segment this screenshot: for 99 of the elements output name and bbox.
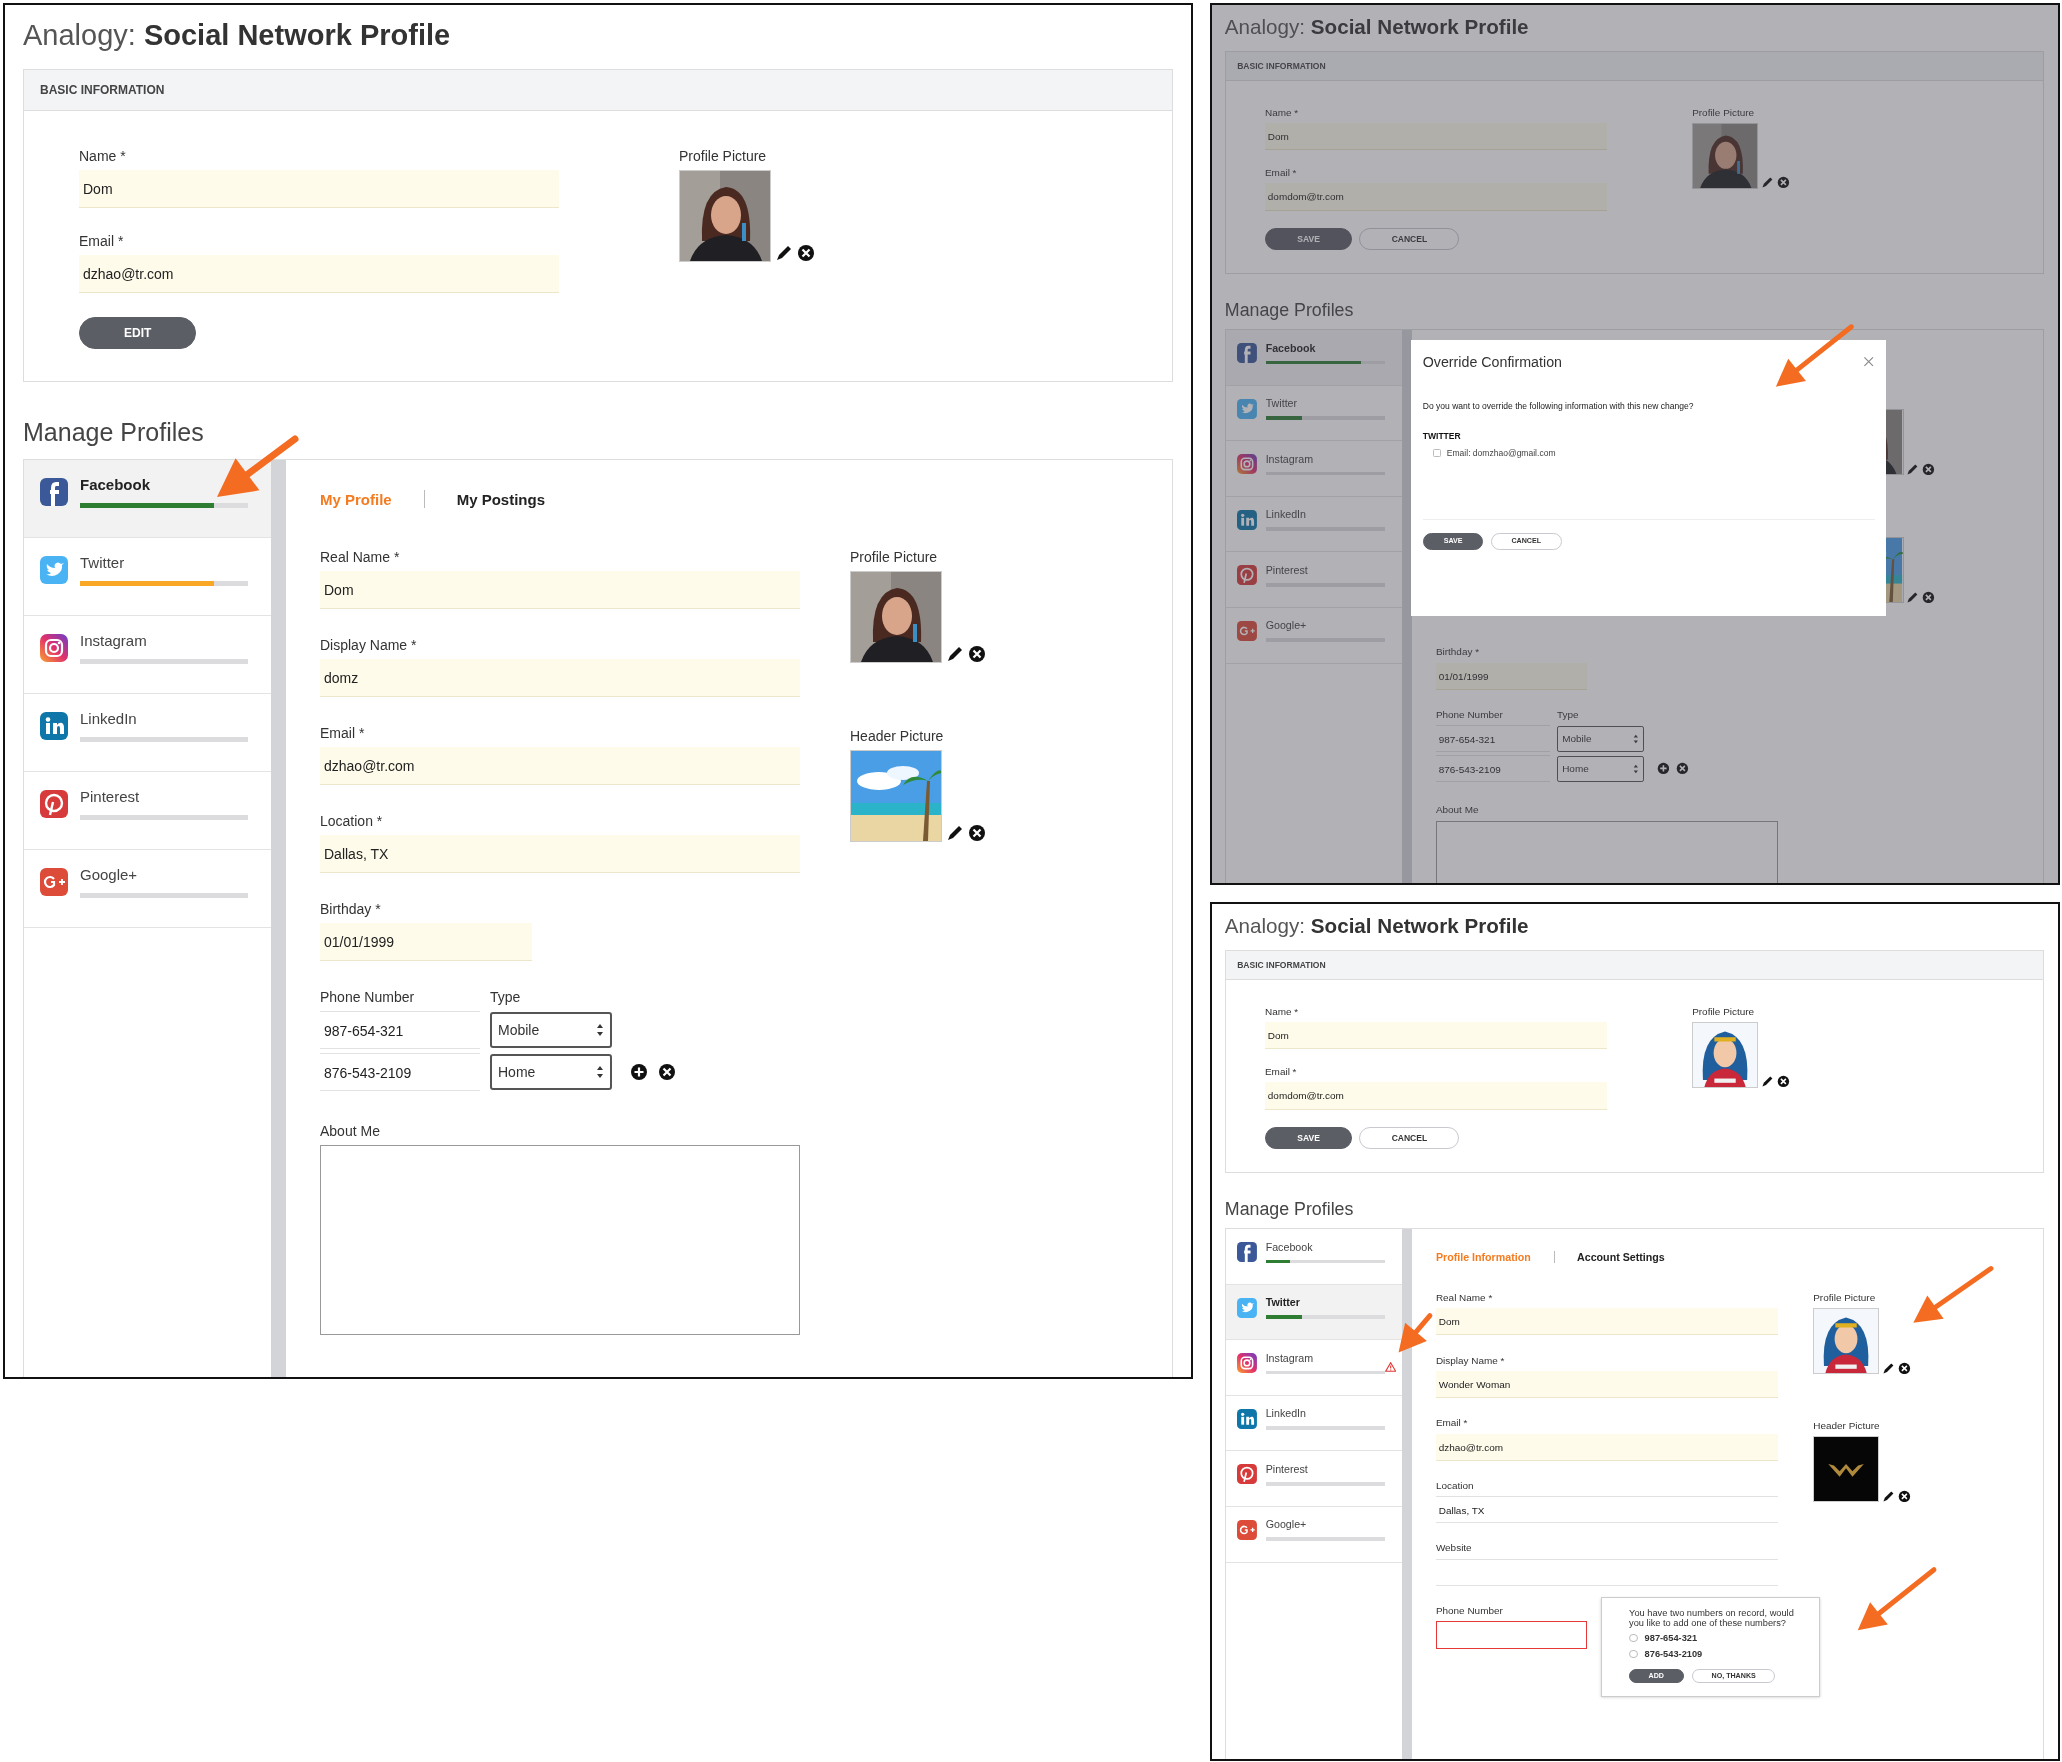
- popover-message: You have two numbers on record, would you like to add one of these numbers?: [1629, 1607, 1795, 1629]
- field-label: Display Name *: [1435, 1354, 1505, 1368]
- text-field[interactable]: dzhao@tr.com: [320, 747, 800, 785]
- field-label: Email *: [1264, 1066, 1297, 1079]
- network-name: Twitter: [1265, 1296, 1300, 1309]
- text-field[interactable]: Dom: [79, 170, 559, 208]
- text-field[interactable]: domdom@tr.com: [1264, 1082, 1607, 1110]
- type-select[interactable]: Home: [1556, 756, 1644, 782]
- type-select[interactable]: Mobile: [490, 1012, 612, 1048]
- network-name: Instagram: [80, 632, 147, 649]
- network-name: Pinterest: [1265, 1462, 1308, 1475]
- section-title: Manage Profiles: [23, 418, 204, 447]
- phone-field[interactable]: 987-654-321: [320, 1011, 480, 1049]
- network-name: Twitter: [1265, 397, 1298, 410]
- field-label: Profile Picture: [1813, 1291, 1876, 1305]
- section-title: Manage Profiles: [1224, 1198, 1354, 1220]
- field-label: Header Picture: [1813, 1419, 1880, 1433]
- network-name: Twitter: [80, 554, 125, 571]
- section-title: Manage Profiles: [1224, 299, 1354, 321]
- field-label: Email *: [320, 724, 365, 742]
- network-name: Google+: [1265, 619, 1307, 632]
- button[interactable]: CANCEL: [1359, 227, 1460, 251]
- field-label: Name *: [1264, 106, 1299, 120]
- network-name: Pinterest: [80, 788, 140, 805]
- network-name: LinkedIn: [1265, 1407, 1306, 1420]
- field-label: Type: [490, 988, 521, 1006]
- field-label: Profile Picture: [1692, 1005, 1755, 1019]
- sidebar-item[interactable]: Facebook: [1225, 330, 1402, 386]
- option-label: 987-654-321: [1644, 1633, 1698, 1644]
- button[interactable]: EDIT: [79, 317, 197, 349]
- network-name: Pinterest: [1265, 563, 1308, 576]
- text-field[interactable]: Dom: [1264, 123, 1607, 151]
- field-label: Phone Number: [320, 988, 416, 1006]
- network-name: Google+: [1265, 1518, 1307, 1531]
- page-title: Analogy: Social Network Profile: [1224, 13, 1530, 40]
- field-label: About Me: [1435, 804, 1479, 818]
- text-field[interactable]: Dom: [1264, 1022, 1607, 1050]
- field-label: Phone Number: [1435, 709, 1504, 722]
- text-field[interactable]: 01/01/1999: [320, 923, 532, 961]
- field-label: Location *: [320, 812, 383, 830]
- field-label: Birthday *: [1435, 646, 1480, 660]
- text-field[interactable]: Wonder Woman: [1435, 1370, 1778, 1398]
- text-field[interactable]: Dom: [320, 571, 800, 609]
- field-label: Display Name *: [320, 636, 417, 654]
- field-label: About Me: [320, 1122, 380, 1140]
- text-field[interactable]: Dallas, TX: [1435, 1496, 1778, 1524]
- phone-field[interactable]: 876-543-2109: [320, 1053, 480, 1091]
- option-label: 876-543-2109: [1644, 1648, 1703, 1659]
- text-field[interactable]: dzhao@tr.com: [79, 255, 559, 293]
- network-name: LinkedIn: [80, 710, 137, 727]
- network-name: Instagram: [1265, 452, 1314, 465]
- button[interactable]: SAVE: [1264, 227, 1353, 251]
- field-label: Phone Number: [1435, 1605, 1503, 1618]
- field-label: Website: [1435, 1542, 1472, 1556]
- text-field[interactable]: Dallas, TX: [320, 835, 800, 873]
- field-label: Birthday *: [320, 900, 381, 918]
- field-label: Profile Picture: [850, 548, 938, 566]
- text-field[interactable]: domdom@tr.com: [1264, 183, 1607, 211]
- button[interactable]: SAVE: [1264, 1126, 1353, 1150]
- field-label: Real Name *: [1435, 1291, 1493, 1305]
- phone-field[interactable]: 876-543-2109: [1435, 755, 1550, 783]
- network-name: Facebook: [80, 476, 151, 493]
- page-title: Analogy: Social Network Profile: [23, 18, 452, 53]
- button[interactable]: CANCEL: [1359, 1126, 1460, 1150]
- sidebar-item[interactable]: Facebook: [24, 460, 271, 538]
- network-name: Instagram: [1265, 1351, 1314, 1364]
- field-label: Profile Picture: [1692, 106, 1755, 120]
- section-header: BASIC INFORMATION: [1225, 51, 2043, 81]
- text-field[interactable]: domz: [320, 659, 800, 697]
- type-select[interactable]: Mobile: [1556, 726, 1644, 752]
- network-name: LinkedIn: [1265, 508, 1306, 521]
- field-label: Header Picture: [850, 727, 944, 745]
- field-label: Email *: [1264, 167, 1297, 180]
- field-label: Name *: [79, 147, 126, 165]
- field-label: Real Name *: [320, 548, 400, 566]
- dialog-title: Override Confirmation: [1422, 353, 1562, 370]
- dialog-message: Do you want to override the following information with this new change?: [1422, 401, 1695, 412]
- phone-field[interactable]: 987-654-321: [1435, 725, 1550, 753]
- text-field[interactable]: dzhao@tr.com: [1435, 1433, 1778, 1461]
- field-label: Type: [1556, 709, 1579, 722]
- tab[interactable]: Account Settings: [1577, 1251, 1665, 1264]
- tab[interactable]: My Postings: [456, 490, 546, 508]
- network-name: Facebook: [1265, 341, 1316, 354]
- network-name: Facebook: [1265, 1240, 1313, 1253]
- field-label: Profile Picture: [679, 147, 767, 165]
- sidebar-item[interactable]: Twitter: [1225, 1284, 1402, 1341]
- section-label: TWITTER: [1422, 431, 1461, 442]
- text-field[interactable]: 01/01/1999: [1435, 662, 1587, 690]
- field-label: Location: [1435, 1479, 1474, 1493]
- text-field[interactable]: Dom: [1435, 1308, 1778, 1336]
- field-label: Email *: [79, 232, 124, 250]
- page-title: Analogy: Social Network Profile: [1224, 912, 1530, 939]
- section-header: BASIC INFORMATION: [1225, 950, 2043, 980]
- network-name: Google+: [80, 866, 138, 883]
- section-header: BASIC INFORMATION: [24, 70, 1172, 111]
- field-label: Name *: [1264, 1005, 1299, 1019]
- checkbox-label: Email: domzhao@gmail.com: [1446, 448, 1556, 459]
- type-select[interactable]: Home: [490, 1054, 612, 1090]
- field-label: Email *: [1435, 1417, 1468, 1431]
